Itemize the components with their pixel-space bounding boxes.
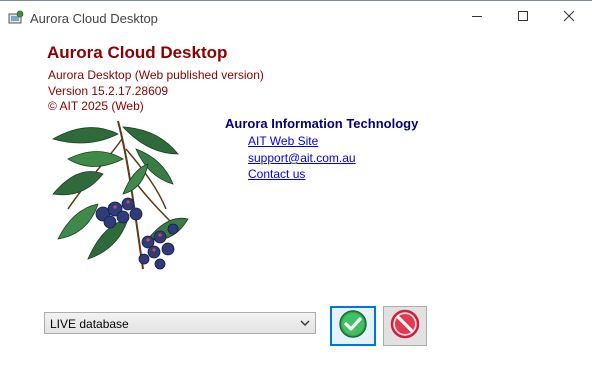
contact-us-link[interactable]: Contact us — [248, 167, 305, 181]
close-button[interactable] — [546, 1, 592, 34]
green-check-icon — [338, 309, 368, 344]
minimize-icon — [471, 9, 483, 27]
minimize-button[interactable] — [454, 1, 500, 34]
app-icon[interactable] — [8, 10, 24, 26]
about-dialog-window: Aurora Cloud Desktop Aurora Cloud Deskto… — [0, 0, 592, 384]
version-text: Version 15.2.17.28609 — [48, 84, 169, 98]
database-select[interactable]: LIVE database — [44, 312, 316, 334]
maximize-icon — [517, 9, 529, 27]
cancel-button[interactable] — [383, 306, 427, 346]
database-select-value: LIVE database — [50, 317, 129, 331]
support-email-link[interactable]: support@ait.com.au — [248, 151, 356, 165]
company-name: Aurora Information Technology — [225, 116, 419, 131]
product-title: Aurora Cloud Desktop — [47, 43, 228, 62]
title-bar[interactable]: Aurora Cloud Desktop — [0, 1, 592, 35]
maximize-button[interactable] — [500, 1, 546, 34]
copyright-text: © AIT 2025 (Web) — [48, 99, 144, 113]
chevron-down-icon — [299, 317, 311, 329]
ok-button[interactable] — [330, 306, 376, 346]
close-icon — [563, 9, 575, 27]
ait-website-link[interactable]: AIT Web Site — [248, 134, 318, 148]
eucalyptus-berries-illustration — [48, 119, 198, 279]
edition-text: Aurora Desktop (Web published version) — [48, 68, 264, 82]
red-no-entry-icon — [390, 309, 420, 344]
window-title: Aurora Cloud Desktop — [30, 11, 158, 26]
